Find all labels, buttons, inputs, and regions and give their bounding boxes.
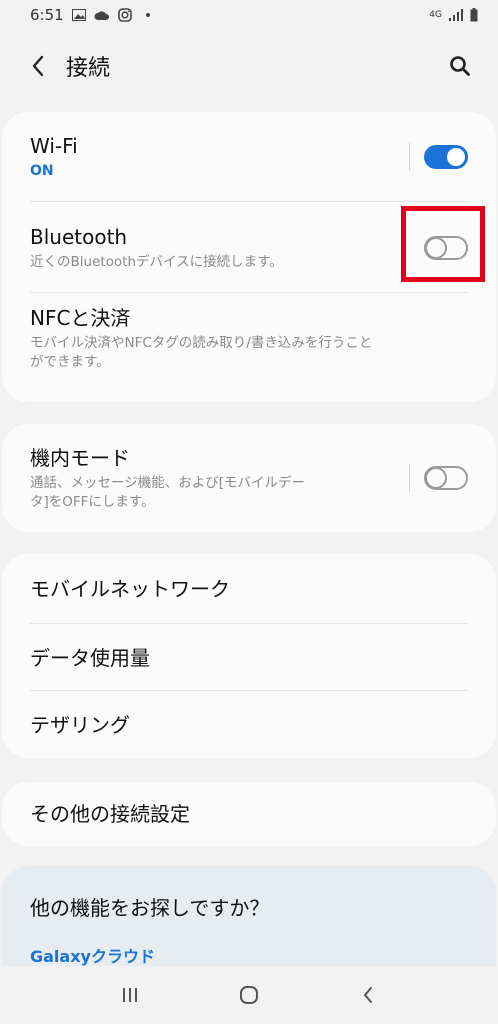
airplane-toggle[interactable] — [424, 466, 468, 490]
back-button[interactable] — [24, 52, 52, 80]
galaxy-cloud-link[interactable]: Galaxyクラウド — [30, 943, 468, 967]
app-bar: 接続 — [0, 38, 498, 94]
nfc-row[interactable]: NFCと決済 モバイル決済やNFCタグの読み取り/書き込みを行うこと ができます… — [2, 293, 496, 402]
signal-icon — [449, 9, 463, 21]
status-bar: 6:51 4G — [0, 0, 498, 30]
bluetooth-subtitle: 近くのBluetoothデバイスに接続します。 — [30, 253, 283, 270]
home-button[interactable] — [229, 975, 269, 1015]
cloud-icon — [94, 10, 109, 20]
other-card: その他の接続設定 — [2, 782, 496, 846]
nfc-title: NFCと決済 — [30, 306, 131, 330]
nfc-subtitle-line2: ができます。 — [30, 354, 110, 370]
bluetooth-title: Bluetooth — [30, 224, 128, 249]
airplane-row[interactable]: 機内モード 通話、メッセージ機能、および[モバイルデー タ]をOFFにします。 — [2, 424, 496, 532]
instagram-icon — [117, 8, 132, 22]
recents-icon — [122, 988, 137, 1002]
other-settings-row[interactable]: その他の接続設定 — [2, 782, 496, 846]
battery-icon — [470, 8, 478, 22]
recents-button[interactable] — [110, 975, 150, 1015]
network-item-tethering[interactable]: テザリング — [2, 691, 496, 758]
wifi-toggle[interactable] — [424, 145, 468, 169]
other-settings-label: その他の接続設定 — [30, 802, 190, 826]
highlight-box — [401, 206, 485, 282]
back-nav-button[interactable] — [348, 975, 388, 1015]
network-type: 4G — [429, 10, 442, 20]
network-item-label: モバイルネットワーク — [30, 577, 230, 601]
airplane-title: 機内モード — [30, 445, 130, 470]
back-icon — [364, 987, 373, 1003]
network-item-label: データ使用量 — [30, 645, 150, 670]
home-icon — [239, 986, 258, 1004]
chevron-left-icon — [32, 55, 44, 77]
notification-dot-icon — [145, 13, 150, 17]
network-item-data-usage[interactable]: データ使用量 — [2, 624, 496, 691]
promo-title: 他の機能をお探しですか？ — [30, 896, 270, 920]
promo-card: 他の機能をお探しですか？ Galaxyクラウド — [2, 866, 496, 970]
nav-bar — [0, 966, 498, 1024]
network-item-label: テザリング — [30, 712, 130, 737]
nfc-subtitle: モバイル決済やNFCタグの読み取り/書き込みを行うこと ができます。 — [30, 334, 468, 372]
wifi-row[interactable]: Wi-Fi ON — [2, 112, 496, 202]
separator — [409, 143, 410, 171]
search-icon — [450, 56, 470, 76]
network-card: モバイルネットワーク データ使用量 テザリング — [2, 554, 496, 758]
status-time: 6:51 — [30, 6, 64, 24]
gallery-icon — [71, 9, 86, 21]
airplane-subtitle: 通話、メッセージ機能、および[モバイルデー タ]をOFFにします。 — [30, 474, 409, 512]
wifi-status: ON — [30, 163, 54, 179]
wifi-title: Wi-Fi — [30, 134, 78, 158]
airplane-subtitle-line2: タ]をOFFにします。 — [30, 493, 155, 510]
airplane-subtitle-line1: 通話、メッセージ機能、および[モバイルデー — [30, 474, 305, 491]
separator — [409, 464, 410, 492]
nfc-subtitle-line1: モバイル決済やNFCタグの読み取り/書き込みを行うこと — [30, 335, 373, 351]
screen: 6:51 4G 接続 Wi-Fi ON Bluetooth 近くのBluetoo… — [0, 0, 498, 1024]
page-title: 接続 — [66, 56, 111, 81]
search-button[interactable] — [446, 52, 474, 80]
airplane-card: 機内モード 通話、メッセージ機能、および[モバイルデー タ]をOFFにします。 — [2, 424, 496, 532]
network-item-mobile[interactable]: モバイルネットワーク — [2, 554, 496, 624]
